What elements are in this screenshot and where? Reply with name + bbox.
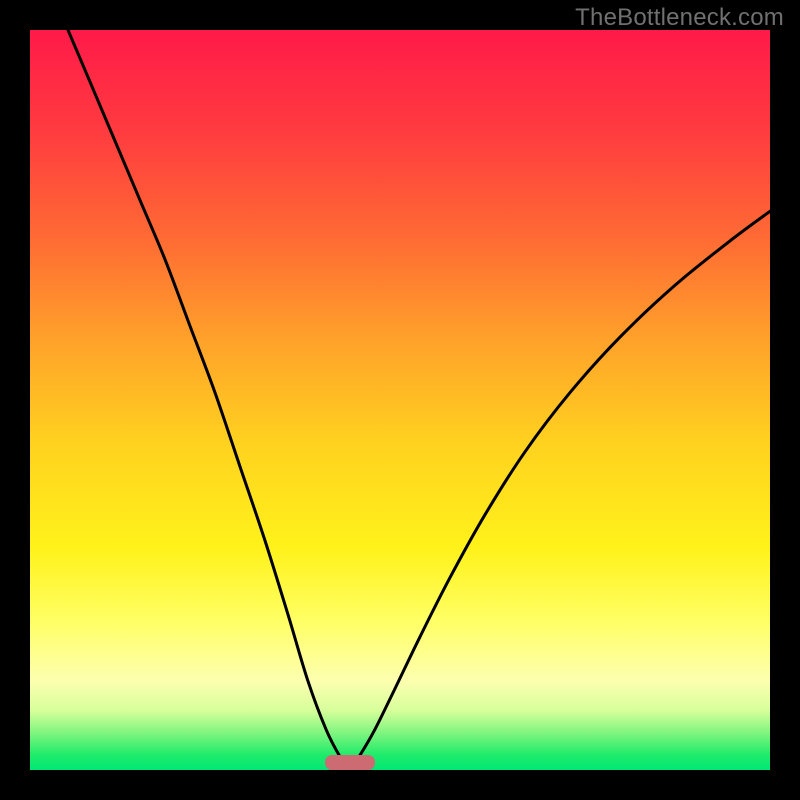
watermark-text: TheBottleneck.com (575, 4, 784, 32)
chart-frame: TheBottleneck.com (0, 0, 800, 800)
optimum-marker (325, 755, 375, 770)
plot-area (30, 30, 770, 770)
curve-svg (30, 30, 770, 770)
bottleneck-curve (68, 30, 770, 770)
